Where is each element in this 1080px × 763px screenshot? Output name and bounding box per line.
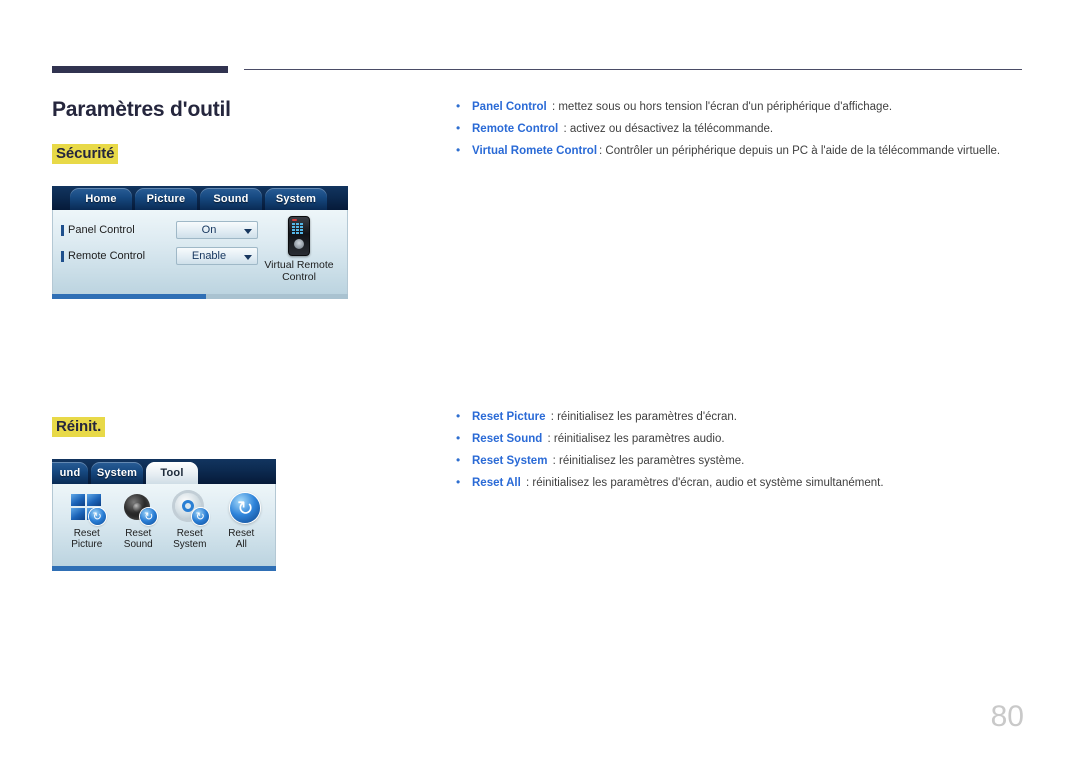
bullet-item: • Reset All : réinitialisez les paramètr… (456, 475, 884, 490)
remote-control-value: Enable (191, 250, 227, 262)
osd-tab-tool[interactable]: Tool (146, 462, 198, 484)
bullet-item: • Panel Control : mettez sous ou hors te… (456, 99, 1000, 114)
remote-control-select[interactable]: Enable (176, 247, 258, 265)
osd-row-label: Panel Control (68, 224, 135, 236)
bullet-term: Virtual Romete Control (472, 145, 598, 157)
osd-tab-sound[interactable]: Sound (200, 188, 262, 210)
osd-screenshot-security: Home Picture Sound System Panel Control … (52, 186, 348, 299)
row-marker-icon (61, 224, 64, 236)
osd-body: ↻ Reset Picture ↻ Reset Sound ↻ Reset Sy… (52, 484, 276, 566)
bullet-description: : mettez sous ou hors tension l'écran d'… (548, 101, 893, 113)
bullet-description: : réinitialisez les paramètres d'écran. (547, 411, 737, 423)
remote-keypad-icon (292, 223, 306, 234)
reset-picture-icon: ↻ (68, 492, 106, 526)
osd-row-label: Remote Control (68, 250, 146, 262)
bullet-dot-icon: • (456, 121, 461, 135)
osd-scrollbar[interactable] (52, 294, 348, 299)
bullet-dot-icon: • (456, 143, 461, 157)
panel-control-value: On (201, 224, 217, 236)
osd-tab-home[interactable]: Home (70, 188, 132, 210)
reset-sound-button[interactable]: ↻ Reset Sound (113, 492, 163, 550)
bullet-dot-icon: • (456, 431, 461, 445)
reset-system-icon: ↻ (171, 490, 209, 526)
bullet-term: Panel Control (472, 101, 547, 113)
chevron-down-icon (244, 229, 252, 234)
section-heading-securite: Sécurité (52, 144, 119, 164)
header-rule-thin (244, 69, 1022, 70)
osd-body: Panel Control On Remote Control Enable V… (52, 210, 348, 294)
osd-tab-system[interactable]: System (91, 462, 143, 484)
bullet-item: • Reset System : réinitialisez les param… (456, 453, 884, 468)
bullet-dot-icon: • (456, 99, 461, 113)
page-title: Paramètres d'outil (52, 98, 231, 121)
virtual-remote-control-label: Virtual Remote Control (264, 259, 334, 283)
bullet-term: Reset System (472, 455, 548, 467)
remote-led-icon (292, 219, 297, 221)
bullet-item: • Reset Picture : réinitialisez les para… (456, 409, 884, 424)
chevron-down-icon (244, 255, 252, 260)
remote-dpad-icon (294, 239, 304, 249)
bullet-description: : Contrôler un périphérique depuis un PC… (599, 145, 1001, 157)
bullet-item: • Reset Sound : réinitialisez les paramè… (456, 431, 884, 446)
reset-sound-label-line2: Sound (123, 539, 153, 550)
reset-picture-label-line2: Picture (71, 539, 103, 550)
virtual-remote-control-button[interactable]: Virtual Remote Control (255, 216, 343, 283)
refresh-badge-icon: ↻ (191, 508, 209, 525)
bullet-description: : réinitialisez les paramètres système. (549, 455, 745, 467)
reset-all-refresh-icon: ↻ (230, 493, 261, 523)
osd-scrollbar-thumb[interactable] (52, 294, 206, 299)
panel-control-select[interactable]: On (176, 221, 258, 239)
refresh-badge-icon: ↻ (88, 508, 106, 525)
bullet-dot-icon: • (456, 453, 461, 467)
reset-all-label-line2: All (235, 539, 247, 550)
refresh-badge-icon: ↻ (140, 508, 158, 525)
osd-tab-system[interactable]: System (265, 188, 327, 210)
row-marker-icon (61, 250, 64, 262)
bullet-description: : activez ou désactivez la télécommande. (560, 123, 774, 135)
osd-screenshot-tool: und System Tool ↻ Reset Picture ↻ Reset … (52, 459, 276, 571)
reset-all-button[interactable]: ↻ Reset All (216, 492, 266, 550)
bullet-dot-icon: • (456, 475, 461, 489)
bullet-list-securite: • Panel Control : mettez sous ou hors te… (456, 99, 1000, 165)
reset-all-icon: ↻ (222, 492, 261, 526)
reset-picture-label-line1: Reset (73, 528, 100, 539)
section-heading-reinit: Réinit. (52, 417, 106, 437)
reset-sound-icon: ↻ (119, 492, 158, 526)
reset-picture-button[interactable]: ↻ Reset Picture (62, 492, 112, 550)
bullet-list-reinit: • Reset Picture : réinitialisez les para… (456, 409, 884, 497)
osd-tab-picture[interactable]: Picture (135, 188, 197, 210)
osd-tabbar: Home Picture Sound System (52, 186, 348, 210)
bullet-term: Reset Picture (472, 411, 546, 423)
osd-tabbar: und System Tool (52, 459, 276, 484)
remote-control-icon (288, 216, 310, 256)
page-number: 80 (990, 700, 1024, 733)
reset-icon-grid: ↻ Reset Picture ↻ Reset Sound ↻ Reset Sy… (53, 490, 275, 550)
osd-tab-sound-partial[interactable]: und (52, 462, 88, 484)
bullet-description: : réinitialisez les paramètres d'écran, … (522, 477, 884, 489)
bullet-dot-icon: • (456, 409, 461, 423)
osd-scrollbar[interactable] (52, 566, 276, 571)
bullet-term: Reset All (472, 477, 521, 489)
reset-system-label-line2: System (173, 539, 207, 550)
bullet-term: Reset Sound (472, 433, 543, 445)
bullet-term: Remote Control (472, 123, 559, 135)
reset-all-label-line1: Reset (228, 528, 255, 539)
reset-sound-label-line1: Reset (125, 528, 152, 539)
bullet-item: • Remote Control : activez ou désactivez… (456, 121, 1000, 136)
bullet-description: : réinitialisez les paramètres audio. (544, 433, 725, 445)
osd-scrollbar-thumb[interactable] (52, 566, 276, 571)
header-rule-thick (52, 66, 228, 73)
bullet-item: • Virtual Romete Control: Contrôler un p… (456, 143, 1000, 158)
reset-system-label-line1: Reset (176, 528, 203, 539)
reset-system-button[interactable]: ↻ Reset System (165, 490, 215, 550)
